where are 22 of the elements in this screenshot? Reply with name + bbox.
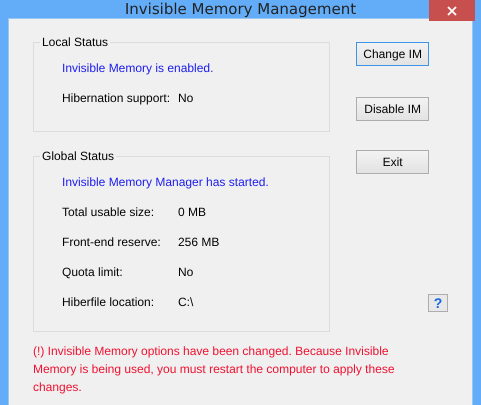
- field-label: Front-end reserve:: [62, 235, 162, 249]
- status-message: Invisible Memory Manager has started.: [62, 175, 270, 189]
- action-button[interactable]: Exit: [356, 150, 430, 174]
- close-button[interactable]: [429, 0, 475, 21]
- window-title: Invisible Memory Management: [124, 0, 356, 18]
- action-button[interactable]: Change IM: [356, 42, 430, 66]
- help-button[interactable]: ?: [428, 294, 448, 312]
- warning-message: (!) Invisible Memory options have been changed. Because Invisible Memory is being used, you must restart the computer to apply these changes.: [33, 343, 396, 396]
- field-value: 256 MB: [178, 235, 220, 249]
- field-value: No: [178, 91, 194, 105]
- group-title: Local Status: [40, 35, 110, 49]
- group-title: Global Status: [40, 149, 116, 163]
- field-label: Hibernation support:: [62, 91, 172, 105]
- action-button[interactable]: Disable IM: [356, 97, 430, 121]
- field-label: Total usable size:: [62, 205, 156, 219]
- field-value: No: [178, 265, 194, 279]
- field-label: Quota limit:: [62, 265, 124, 279]
- field-value: 0 MB: [178, 205, 206, 219]
- field-value: C:\: [178, 295, 194, 309]
- field-label: Hiberfile location:: [62, 295, 156, 309]
- close-icon: [447, 6, 457, 16]
- status-message: Invisible Memory is enabled.: [62, 61, 214, 75]
